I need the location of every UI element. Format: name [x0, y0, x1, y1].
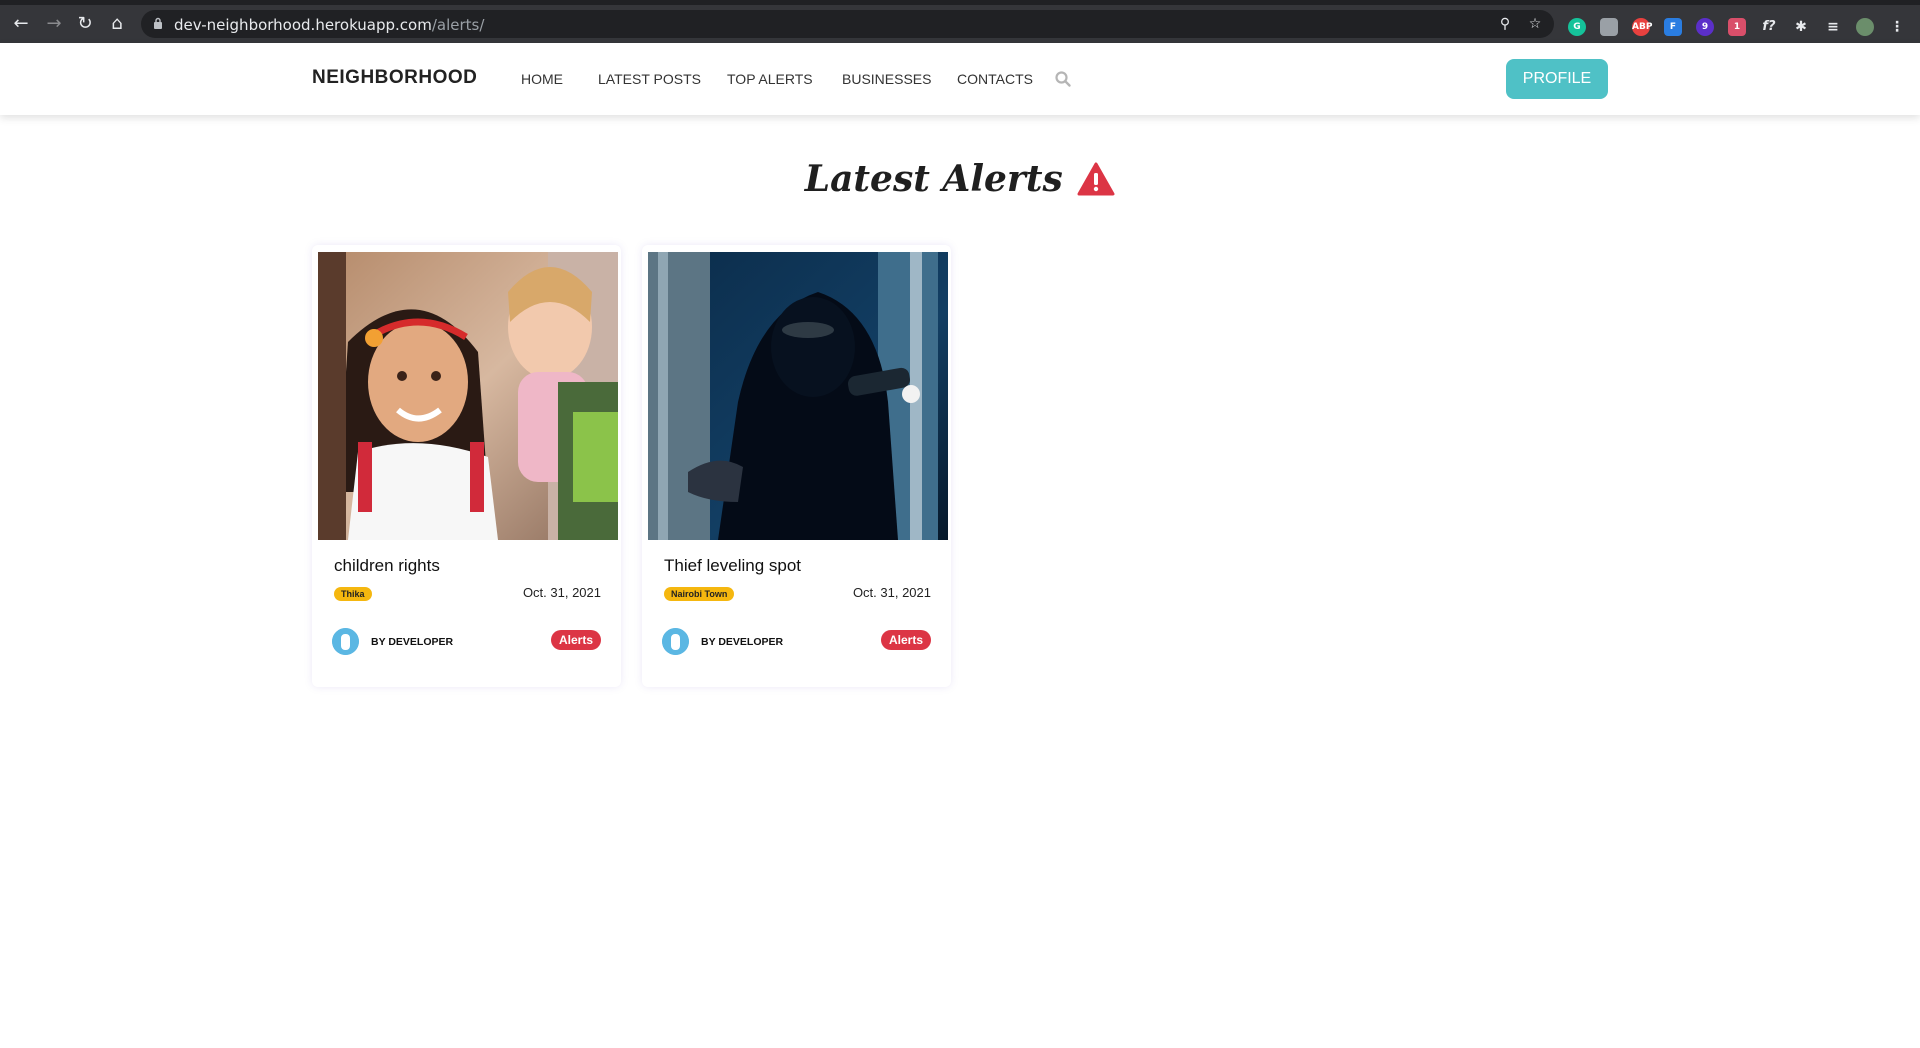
address-bar[interactable]: dev-neighborhood.herokuapp.com/alerts/ ⚲…: [141, 10, 1554, 38]
extension-icon[interactable]: f?: [1760, 18, 1778, 36]
nav-link-businesses[interactable]: BUSINESSES: [842, 71, 931, 87]
alert-image-children[interactable]: [318, 252, 618, 540]
zoom-icon[interactable]: ⚲: [1497, 16, 1513, 32]
forward-arrow-icon[interactable]: →: [43, 13, 65, 35]
page-title: Latest Alerts: [804, 158, 1063, 200]
alert-image-thief[interactable]: [648, 252, 948, 540]
search-icon[interactable]: [1054, 70, 1072, 88]
home-icon[interactable]: ⌂: [106, 13, 128, 35]
extension-icon[interactable]: F: [1664, 18, 1682, 36]
alert-card[interactable]: Thief leveling spot Nairobi Town Oct. 31…: [642, 245, 951, 687]
bookmark-star-icon[interactable]: ☆: [1527, 16, 1543, 32]
reading-list-icon[interactable]: ≡: [1824, 18, 1842, 36]
nav-link-home[interactable]: HOME: [521, 71, 563, 87]
grammarly-extension-icon[interactable]: G: [1568, 18, 1586, 36]
extension-icon[interactable]: [1600, 18, 1618, 36]
url-text: dev-neighborhood.herokuapp.com/alerts/: [174, 16, 485, 34]
author-name: BY DEVELOPER: [701, 636, 784, 648]
menu-dots-icon[interactable]: ⋮: [1888, 18, 1906, 36]
alert-date: Oct. 31, 2021: [522, 585, 601, 600]
adblock-extension-icon[interactable]: ABP: [1632, 18, 1652, 36]
alert-card[interactable]: children rights Thika Oct. 31, 2021 BY D…: [312, 245, 621, 687]
lock-icon: [154, 17, 162, 29]
alert-title[interactable]: Thief leveling spot: [664, 556, 801, 576]
location-badge: Thika: [334, 587, 372, 601]
category-badge[interactable]: Alerts: [550, 630, 601, 650]
alert-date: Oct. 31, 2021: [852, 585, 931, 600]
warning-icon: [1077, 162, 1115, 196]
extension-badge: 1: [1733, 22, 1741, 32]
brand-logo[interactable]: NEIGHBORHOOD: [312, 67, 477, 89]
extension-icon[interactable]: 1: [1728, 18, 1746, 36]
browser-toolbar: ← → ↻ ⌂ dev-neighborhood.herokuapp.com/a…: [0, 0, 1920, 43]
site-navbar: NEIGHBORHOOD HOME LATEST POSTS TOP ALERT…: [0, 43, 1920, 115]
profile-button[interactable]: PROFILE: [1506, 59, 1608, 99]
nav-link-latest-posts[interactable]: LATEST POSTS: [598, 71, 701, 87]
author-name: BY DEVELOPER: [371, 636, 454, 648]
extension-badge: 9: [1701, 22, 1709, 32]
page-heading: Latest Alerts: [0, 158, 1920, 200]
nav-link-top-alerts[interactable]: TOP ALERTS: [727, 71, 813, 87]
nav-link-contacts[interactable]: CONTACTS: [957, 71, 1033, 87]
avatar: [332, 628, 359, 655]
avatar: [662, 628, 689, 655]
reload-icon[interactable]: ↻: [74, 13, 96, 35]
back-arrow-icon[interactable]: ←: [10, 13, 32, 35]
category-badge[interactable]: Alerts: [880, 630, 931, 650]
alert-title[interactable]: children rights: [334, 556, 440, 576]
avatar-icon[interactable]: [1856, 18, 1874, 36]
extension-icon[interactable]: 9: [1696, 18, 1714, 36]
location-badge: Nairobi Town: [664, 587, 735, 601]
puzzle-icon[interactable]: ✱: [1792, 18, 1810, 36]
